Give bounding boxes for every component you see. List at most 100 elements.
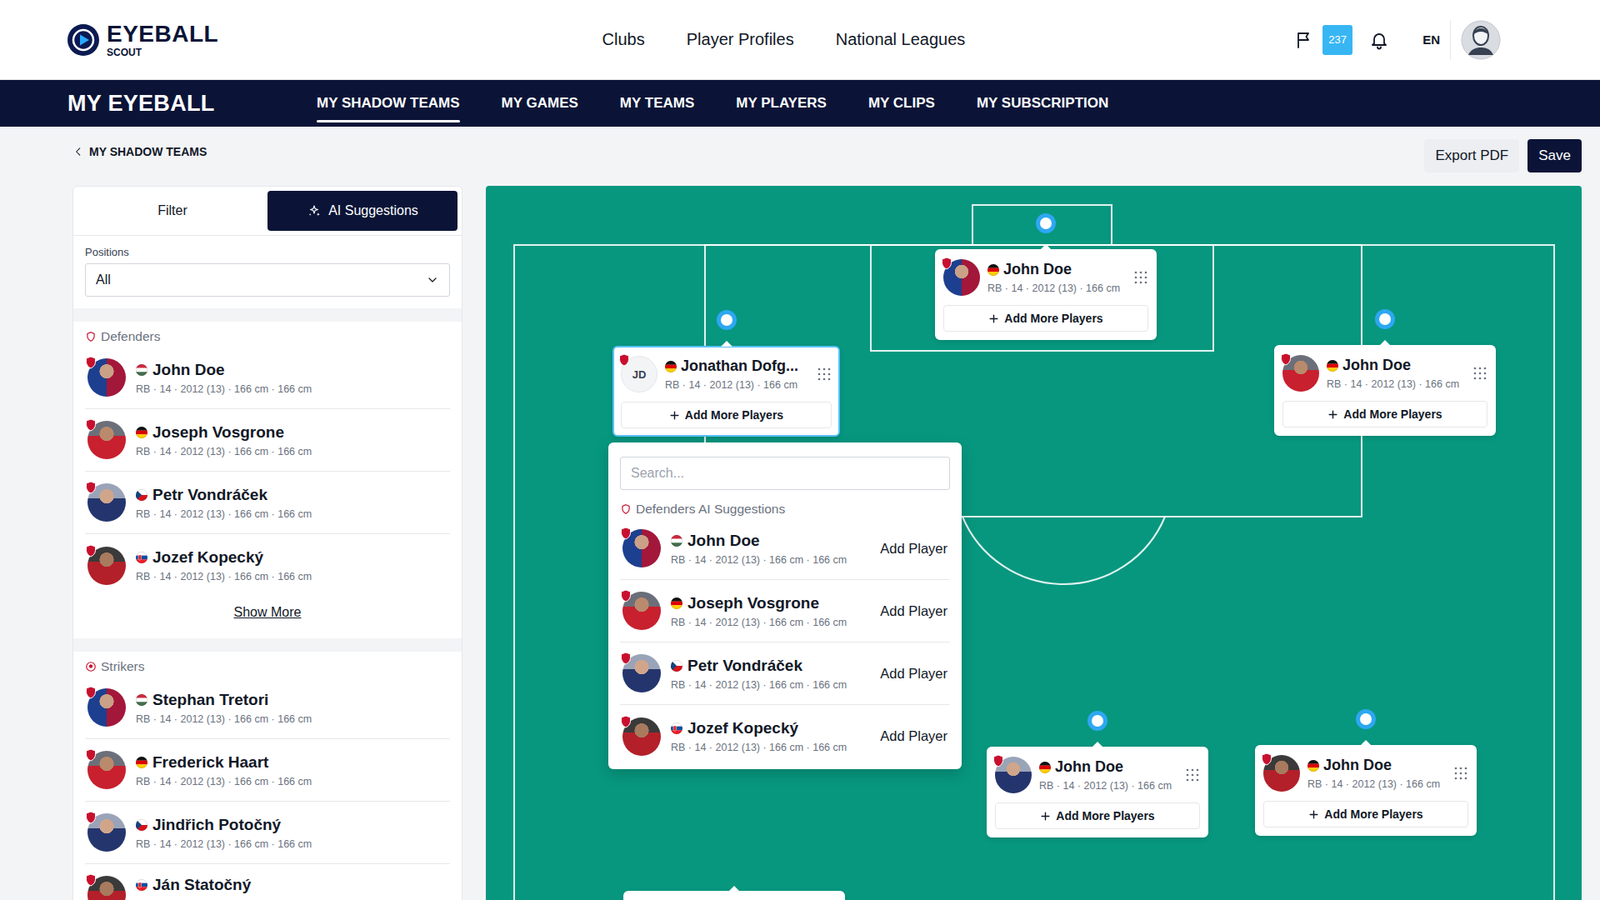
sidebar-tab[interactable]: Filter [77, 190, 268, 231]
player-row[interactable]: Jindřich Potočný RB · 14 · 2012 (13) · 16… [85, 801, 450, 865]
player-meta: RB · 14 · 2012 (13) · 166 cm · 166 cm [670, 616, 847, 629]
nav-link[interactable]: National Leagues [835, 30, 966, 50]
player-card[interactable]: John DoeRB · 14 · 2012 (13) · 166 cm Add … [935, 249, 1157, 340]
sub-tab-label: MY SHADOW TEAMS [316, 95, 460, 112]
club-badge-icon [620, 589, 632, 603]
player-name: Joseph Vosgrone [135, 423, 312, 442]
player-row[interactable]: Ján Statočný [85, 864, 450, 900]
player-info: John DoeRB · 14 · 2012 (13) · 166 cm [1326, 356, 1460, 390]
player-row[interactable]: Joseph VosgroneRB · 14 · 2012 (13) · 166… [85, 409, 450, 472]
bell-icon[interactable] [1369, 30, 1390, 50]
player-card[interactable]: John DoeRB · 14 · 2012 (13) · 166 cm Add … [1255, 745, 1477, 836]
position-pin[interactable] [1355, 709, 1376, 730]
active-underline [316, 120, 460, 123]
flag-outline-icon[interactable] [1294, 30, 1315, 50]
card-notch [1040, 244, 1052, 250]
player-avatar [622, 591, 661, 630]
sub-tab-label: MY CLIPS [868, 95, 935, 112]
player-name-text: Petr Vondráček [687, 656, 803, 675]
player-avatar [87, 813, 126, 852]
save-button[interactable]: Save [1527, 139, 1582, 173]
club-badge-icon [85, 748, 97, 762]
positions-select[interactable]: All [85, 263, 450, 297]
player-name-text: John Doe [687, 531, 760, 550]
player-row[interactable]: Petr VondráčekRB · 14 · 2012 (13) · 166 … [85, 471, 450, 535]
player-row[interactable]: Frederick HaartRB · 14 · 2012 (13) · 166… [85, 739, 450, 802]
sub-tab[interactable]: MY SUBSCRIPTION [976, 80, 1109, 127]
add-more-players-button[interactable]: Add More Players [943, 305, 1149, 332]
player-row[interactable]: Stephan TretoriRB · 14 · 2012 (13) · 166… [85, 676, 450, 740]
card-player: John DoeRB · 14 · 2012 (13) · 166 cm [1263, 752, 1469, 795]
add-more-players-button[interactable]: Add More Players [995, 802, 1200, 830]
drag-handle-icon[interactable] [816, 366, 832, 382]
player-name-text: John Doe [1323, 756, 1392, 775]
flag-icon [670, 597, 683, 610]
add-player-button[interactable]: Add Player [880, 603, 948, 620]
player-avatar [87, 420, 126, 460]
drag-handle-icon[interactable] [1133, 270, 1149, 285]
drag-handle-icon[interactable] [1472, 365, 1488, 381]
player-avatar [87, 688, 126, 727]
nav-link[interactable]: Player Profiles [686, 30, 795, 50]
notification-badge[interactable]: 237 [1322, 25, 1353, 55]
player-card[interactable]: John DoeRB · 14 · 2012 (13) · 166 cm Add … [986, 746, 1209, 838]
player-name-text: John Doe [1003, 260, 1072, 279]
player-avatar [622, 717, 661, 756]
drag-handle-icon[interactable] [1453, 765, 1469, 781]
search-input[interactable] [620, 456, 950, 490]
button-label: Export PDF [1435, 147, 1509, 165]
sub-tab[interactable]: MY CLIPS [868, 80, 935, 127]
card-player: John DoeRB · 14 · 2012 (13) · 166 cm [995, 754, 1200, 796]
add-more-label: Add More Players [685, 408, 784, 422]
sub-tab[interactable]: MY PLAYERS [735, 80, 827, 127]
player-name: Jindřich Potočný [135, 815, 312, 835]
nav-link[interactable]: Clubs [602, 30, 645, 50]
chevron-down-icon [425, 273, 440, 287]
sidebar-tabs: FilterAI Suggestions [73, 186, 462, 236]
position-pin[interactable] [1035, 213, 1056, 234]
plus-icon [1327, 409, 1339, 420]
player-row[interactable]: Jozef KopeckýRB · 14 · 2012 (13) · 166 c… [85, 534, 450, 597]
breadcrumb[interactable]: MY SHADOW TEAMS [72, 145, 207, 159]
export-button[interactable]: Export PDF [1424, 139, 1520, 173]
sub-tab[interactable]: MY SHADOW TEAMS [316, 80, 460, 127]
player-avatar [1263, 755, 1300, 792]
player-meta: RB · 14 · 2012 (13) · 166 cm · 166 cm [135, 838, 312, 850]
sidebar-tab[interactable]: AI Suggestions [267, 190, 458, 231]
player-card[interactable]: John DoeRB · 14 · 2012 (13) · 166 cm Add … [1274, 345, 1496, 436]
add-player-button[interactable]: Add Player [880, 728, 948, 745]
club-badge-icon [1280, 352, 1292, 366]
add-player-button[interactable]: Add Player [880, 540, 948, 557]
header-tools: 237 EN [1294, 20, 1501, 60]
position-pin[interactable] [716, 310, 737, 330]
suggestion-row: Jozef KopeckýRB · 14 · 2012 (13) · 166 c… [620, 705, 950, 768]
club-badge-icon [992, 754, 1005, 768]
position-pin[interactable] [1375, 309, 1395, 330]
player-name-text: John Doe [1055, 758, 1124, 776]
flag-icon [670, 660, 683, 672]
player-name: John Doe [670, 531, 847, 550]
sub-tab[interactable]: MY GAMES [501, 80, 579, 127]
card-player: John DoeRB · 14 · 2012 (13) · 166 cm [943, 256, 1149, 299]
add-more-players-button[interactable]: Add More Players [620, 401, 832, 429]
logo-subtitle: SCOUT [106, 47, 219, 58]
drag-handle-icon[interactable] [1185, 767, 1200, 783]
add-more-players-button[interactable]: Add More Players [1282, 400, 1488, 428]
popup-title-label: Defenders AI Suggestions [635, 501, 785, 517]
flag-icon [1039, 761, 1051, 774]
add-more-players-button[interactable]: Add More Players [1263, 800, 1469, 828]
player-avatar [943, 259, 980, 296]
user-avatar-icon[interactable] [1460, 20, 1501, 60]
player-card[interactable] [623, 890, 845, 900]
player-name-text: Petr Vondráček [152, 485, 268, 505]
show-more-link[interactable]: Show More [85, 596, 450, 639]
language-switch[interactable]: EN [1422, 32, 1440, 47]
player-card[interactable]: JDJonathan Dofg...RB · 14 · 2012 (13) · … [612, 345, 840, 437]
position-pin[interactable] [1087, 710, 1108, 731]
group-title: Strikers [85, 658, 450, 675]
player-row[interactable]: John DoeRB · 14 · 2012 (13) · 166 cm · 1… [85, 346, 450, 410]
sub-tab[interactable]: MY TEAMS [620, 80, 695, 127]
club-badge-icon [620, 651, 632, 665]
add-player-button[interactable]: Add Player [880, 665, 948, 682]
logo[interactable]: EYEBALLSCOUT [66, 22, 219, 58]
